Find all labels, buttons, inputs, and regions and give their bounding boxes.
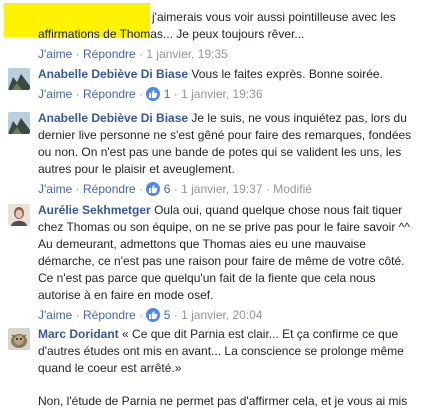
reply-link[interactable]: Répondre (83, 308, 136, 322)
timestamp[interactable]: 1 janvier, 20:04 (181, 308, 262, 322)
reaction-count[interactable]: 6 (164, 182, 171, 196)
like-link[interactable]: J'aime (38, 87, 72, 101)
comment-1: j'aimerais vous voir aussi pointilleuse … (38, 9, 418, 63)
comment-actions: J'aime · Répondre · 1 janvier, 19:35 (38, 45, 418, 63)
edited-label[interactable]: Modifié (273, 182, 312, 196)
like-reaction-icon[interactable] (146, 182, 161, 196)
like-link[interactable]: J'aime (38, 182, 72, 196)
comment-text: Vous le faites exprès. Bonne soirée. (191, 67, 383, 81)
separator: · (75, 308, 80, 322)
separator: · (173, 87, 178, 101)
comment-author[interactable]: Anabelle Debiève Di Biase (38, 111, 188, 125)
timestamp[interactable]: 1 janvier, 19:37 (181, 182, 262, 196)
avatar[interactable] (8, 328, 30, 350)
timestamp[interactable]: 1 janvier, 19:35 (146, 47, 227, 61)
avatar[interactable] (8, 204, 30, 226)
like-reaction-icon[interactable] (146, 308, 161, 322)
separator: · (139, 47, 144, 61)
comment-author[interactable]: Aurélie Sekhmetger (38, 203, 151, 217)
reply-link[interactable]: Répondre (83, 87, 136, 101)
separator: · (75, 47, 80, 61)
reaction-count[interactable]: 5 (164, 308, 171, 322)
avatar[interactable] (8, 112, 30, 134)
like-reaction-icon[interactable] (146, 87, 161, 101)
like-link[interactable]: J'aime (38, 308, 72, 322)
separator: · (139, 308, 144, 322)
separator: · (139, 87, 144, 101)
comment-author[interactable]: Marc Doridant (38, 327, 119, 341)
separator: · (265, 182, 270, 196)
separator: · (173, 308, 178, 322)
comment-author[interactable]: Anabelle Debiève Di Biase (38, 67, 188, 81)
comment-text: Oula oui, quand quelque chose nous fait … (38, 203, 410, 302)
like-link[interactable]: J'aime (38, 47, 72, 61)
separator: · (75, 182, 80, 196)
comment-actions: J'aime · Répondre · 1 · 1 janvier, 19:36 (38, 85, 418, 103)
timestamp[interactable]: 1 janvier, 19:36 (181, 87, 262, 101)
comment-actions: J'aime · Répondre · 6 · 1 janvier, 19:37… (38, 180, 418, 198)
comment-actions: J'aime · Répondre · 5 · 1 janvier, 20:04 (38, 306, 418, 324)
comment-text-line1: j'aimerais vous voir aussi pointilleuse … (152, 10, 396, 24)
comment-text-continued: Non, l'étude de Parnia ne permet pas d'a… (38, 394, 408, 408)
separator: · (173, 182, 178, 196)
reply-link[interactable]: Répondre (83, 47, 136, 61)
reply-link[interactable]: Répondre (83, 182, 136, 196)
separator: · (139, 182, 144, 196)
reaction-count[interactable]: 1 (164, 87, 171, 101)
avatar[interactable] (8, 68, 30, 90)
separator: · (75, 87, 80, 101)
comment-text: affirmations de Thomas... Je peux toujou… (38, 27, 305, 41)
